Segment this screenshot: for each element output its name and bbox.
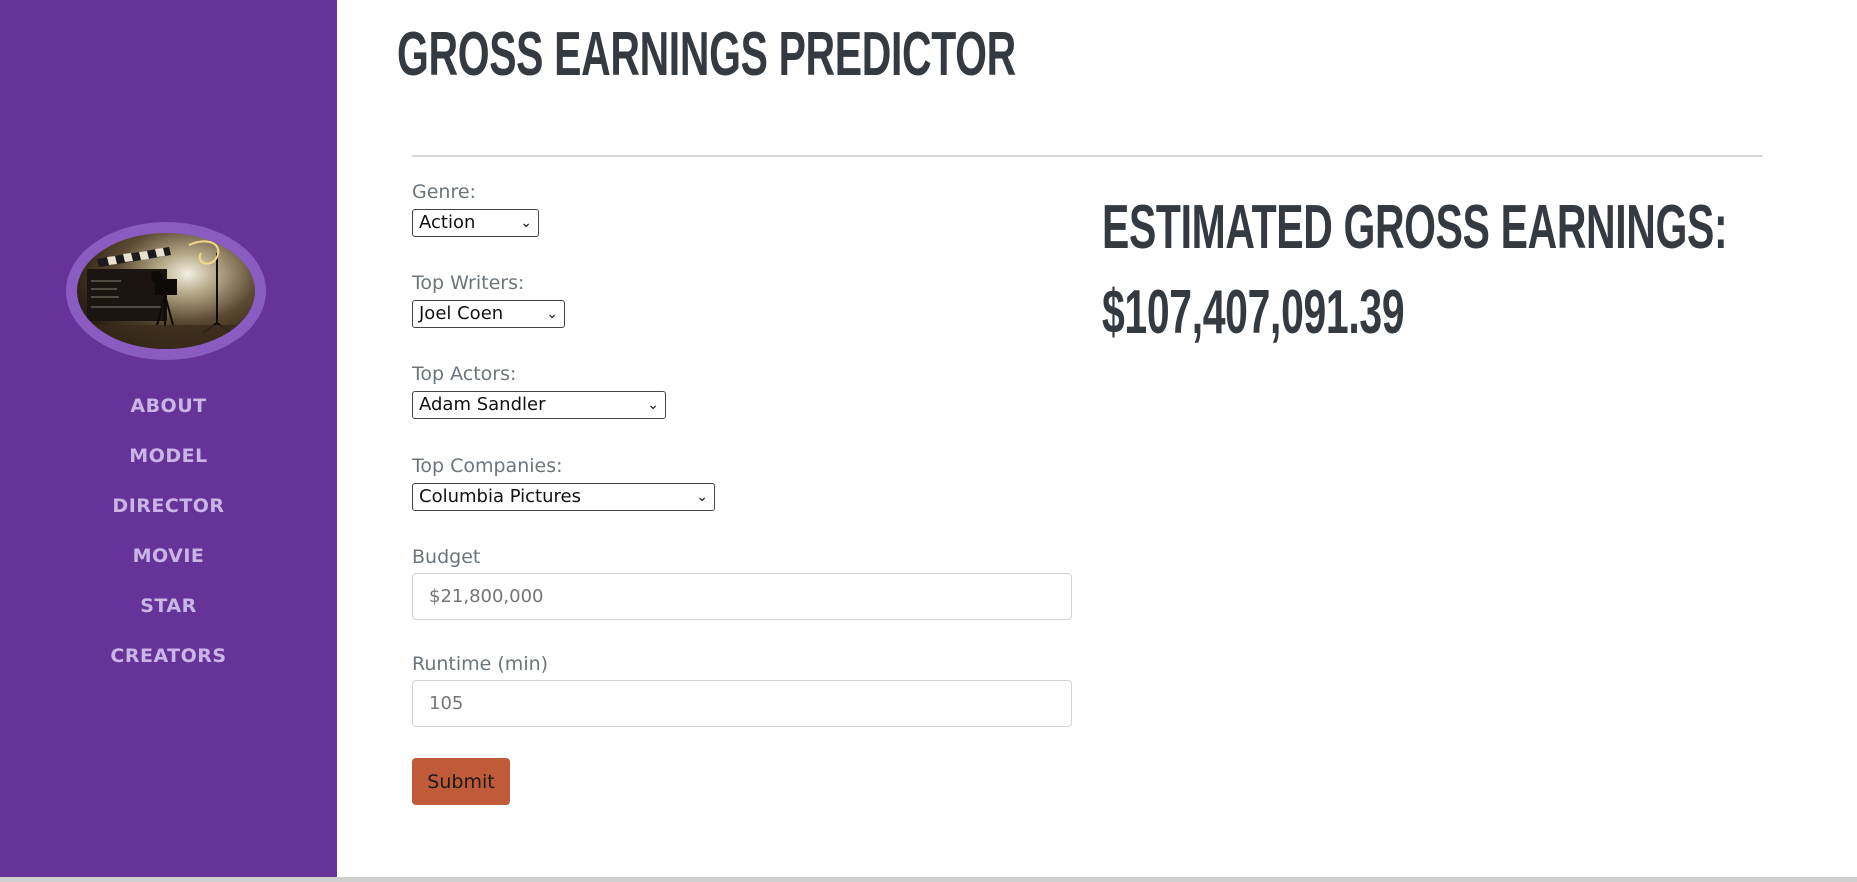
companies-label: Top Companies:	[412, 455, 563, 477]
genre-selected-value: Action	[419, 212, 476, 233]
result-panel: ESTIMATED GROSS EARNINGS: $107,407,091.3…	[1102, 185, 1728, 355]
companies-select[interactable]: Columbia Pictures ⌄	[412, 483, 715, 511]
nav-director-link[interactable]: DIRECTOR	[0, 490, 337, 540]
nav-model-link[interactable]: MODEL	[0, 440, 337, 490]
chevron-down-icon: ⌄	[647, 397, 659, 413]
sidebar: ABOUT MODEL DIRECTOR MOVIE STAR CREATORS	[0, 0, 337, 877]
site-logo[interactable]	[66, 222, 266, 360]
page-title: GROSS EARNINGS PREDICTOR	[397, 20, 1016, 89]
result-heading: ESTIMATED GROSS EARNINGS:	[1102, 193, 1728, 262]
runtime-input[interactable]	[412, 680, 1072, 727]
nav-movie-link[interactable]: MOVIE	[0, 540, 337, 590]
page-bottom-border	[0, 877, 1857, 882]
chevron-down-icon: ⌄	[696, 489, 708, 505]
chevron-down-icon: ⌄	[546, 306, 558, 322]
submit-button[interactable]: Submit	[412, 758, 510, 805]
nav-about-link[interactable]: ABOUT	[0, 390, 337, 440]
actors-selected-value: Adam Sandler	[419, 394, 546, 415]
genre-select[interactable]: Action ⌄	[412, 209, 539, 237]
budget-label: Budget	[412, 546, 481, 568]
actors-label: Top Actors:	[412, 363, 517, 385]
sidebar-nav: ABOUT MODEL DIRECTOR MOVIE STAR CREATORS	[0, 390, 337, 690]
nav-creators-link[interactable]: CREATORS	[0, 640, 337, 690]
genre-label: Genre:	[412, 181, 476, 203]
page: ABOUT MODEL DIRECTOR MOVIE STAR CREATORS…	[0, 0, 1857, 882]
writers-label: Top Writers:	[412, 272, 525, 294]
writers-select[interactable]: Joel Coen ⌄	[412, 300, 565, 328]
divider	[412, 155, 1763, 157]
runtime-label: Runtime (min)	[412, 653, 549, 675]
actors-select[interactable]: Adam Sandler ⌄	[412, 391, 666, 419]
companies-selected-value: Columbia Pictures	[419, 486, 581, 507]
chevron-down-icon: ⌄	[520, 215, 532, 231]
writers-selected-value: Joel Coen	[419, 303, 504, 324]
film-camera-logo-icon	[77, 233, 255, 349]
nav-star-link[interactable]: STAR	[0, 590, 337, 640]
result-value: $107,407,091.39	[1102, 278, 1405, 347]
budget-input[interactable]	[412, 573, 1072, 620]
